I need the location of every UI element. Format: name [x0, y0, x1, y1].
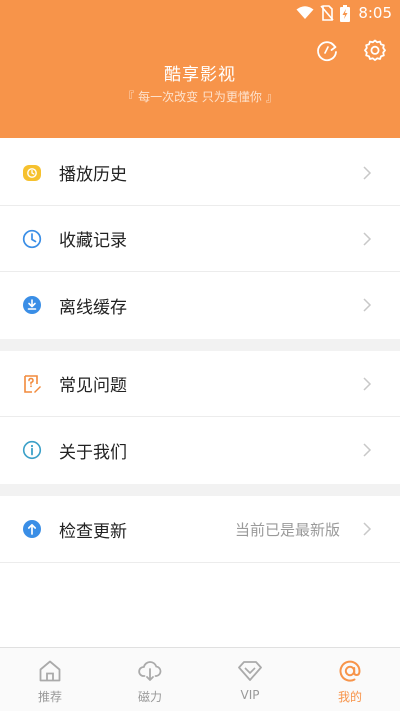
menu-label: 关于我们	[59, 442, 127, 463]
menu-item-faq[interactable]: 常见问题	[0, 351, 400, 417]
menu-label: 检查更新	[59, 521, 127, 542]
tab-label: 磁力	[137, 690, 162, 704]
menu-group-update: 检查更新 当前已是最新版	[0, 496, 400, 563]
chevron-right-icon	[363, 165, 372, 180]
version-status: 当前已是最新版	[234, 520, 340, 539]
tab-label: 我的	[337, 690, 362, 704]
wifi-icon	[296, 6, 314, 19]
menu-label: 收藏记录	[59, 231, 127, 251]
update-icon	[21, 518, 43, 540]
tab-label: VIP	[240, 688, 260, 702]
menu-item-offline-cache[interactable]: 离线缓存	[0, 272, 400, 338]
bottom-tab-bar: 推荐 磁力 VIP 我的	[0, 647, 400, 711]
app-slogan: 『 每一次改变 只为更懂你 』	[122, 90, 278, 104]
menu-item-play-history[interactable]: 播放历史	[0, 140, 400, 206]
status-time: 8:05	[358, 4, 392, 22]
tab-mine[interactable]: 我的	[300, 648, 400, 711]
play-history-icon	[21, 162, 43, 184]
home-icon	[39, 660, 61, 682]
cloud-download-icon	[138, 661, 162, 681]
section-divider	[0, 339, 400, 351]
menu-item-about-us[interactable]: 关于我们	[0, 417, 400, 483]
menu-group-help: 常见问题 关于我们	[0, 351, 400, 483]
no-sim-icon	[320, 5, 334, 21]
menu-label: 常见问题	[59, 376, 127, 396]
menu-item-check-update[interactable]: 检查更新 当前已是最新版	[0, 496, 400, 562]
diamond-icon	[238, 661, 262, 681]
menu-label: 离线缓存	[59, 297, 127, 318]
faq-icon	[21, 373, 43, 395]
info-icon	[21, 439, 43, 461]
app-title: 酷享影视	[164, 65, 236, 85]
tab-recommend[interactable]: 推荐	[0, 648, 100, 711]
menu-label: 播放历史	[59, 165, 127, 185]
tab-magnet[interactable]: 磁力	[100, 648, 200, 711]
chevron-right-icon	[363, 298, 372, 312]
menu-group-media: 播放历史 收藏记录 离线缓存	[0, 140, 400, 338]
section-divider	[0, 484, 400, 496]
clock-icon	[21, 228, 43, 250]
download-icon	[21, 294, 43, 316]
at-icon	[339, 660, 361, 682]
status-bar: 8:05	[0, 0, 400, 28]
tab-vip[interactable]: VIP	[200, 648, 300, 711]
chevron-right-icon	[363, 231, 372, 246]
battery-charging-icon	[340, 4, 351, 22]
menu-item-favorites[interactable]: 收藏记录	[0, 206, 400, 272]
chevron-right-icon	[363, 443, 372, 457]
tab-label: 推荐	[37, 690, 62, 704]
chevron-right-icon	[363, 522, 372, 536]
chevron-right-icon	[363, 376, 372, 391]
